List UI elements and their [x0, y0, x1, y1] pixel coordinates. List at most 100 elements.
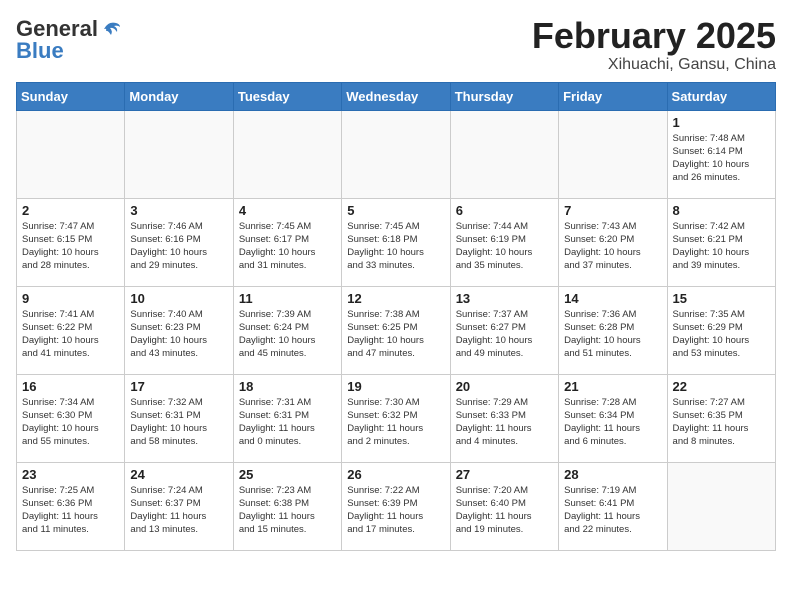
day-number: 21: [564, 379, 661, 394]
calendar-cell: 9 Sunrise: 7:41 AM Sunset: 6:22 PM Daylig…: [17, 286, 125, 374]
weekday-header-row: SundayMondayTuesdayWednesdayThursdayFrid…: [17, 82, 776, 110]
calendar-cell: 20 Sunrise: 7:29 AM Sunset: 6:33 PM Dayli…: [450, 374, 558, 462]
calendar-table: SundayMondayTuesdayWednesdayThursdayFrid…: [16, 82, 776, 551]
calendar-cell: [342, 110, 450, 198]
day-info: Sunrise: 7:40 AM Sunset: 6:23 PM Dayligh…: [130, 308, 227, 361]
day-number: 16: [22, 379, 119, 394]
logo: General Blue: [16, 16, 122, 64]
day-number: 19: [347, 379, 444, 394]
calendar-cell: 28 Sunrise: 7:19 AM Sunset: 6:41 PM Dayli…: [559, 462, 667, 550]
day-info: Sunrise: 7:43 AM Sunset: 6:20 PM Dayligh…: [564, 220, 661, 273]
day-number: 20: [456, 379, 553, 394]
day-number: 12: [347, 291, 444, 306]
day-number: 27: [456, 467, 553, 482]
day-number: 24: [130, 467, 227, 482]
day-info: Sunrise: 7:29 AM Sunset: 6:33 PM Dayligh…: [456, 396, 553, 449]
day-info: Sunrise: 7:48 AM Sunset: 6:14 PM Dayligh…: [673, 132, 770, 185]
day-number: 9: [22, 291, 119, 306]
day-number: 25: [239, 467, 336, 482]
day-info: Sunrise: 7:25 AM Sunset: 6:36 PM Dayligh…: [22, 484, 119, 537]
logo-blue-text: Blue: [16, 38, 64, 64]
calendar-cell: 10 Sunrise: 7:40 AM Sunset: 6:23 PM Dayli…: [125, 286, 233, 374]
week-row-3: 9 Sunrise: 7:41 AM Sunset: 6:22 PM Daylig…: [17, 286, 776, 374]
day-info: Sunrise: 7:20 AM Sunset: 6:40 PM Dayligh…: [456, 484, 553, 537]
calendar-cell: 16 Sunrise: 7:34 AM Sunset: 6:30 PM Dayli…: [17, 374, 125, 462]
day-number: 15: [673, 291, 770, 306]
day-info: Sunrise: 7:45 AM Sunset: 6:17 PM Dayligh…: [239, 220, 336, 273]
day-info: Sunrise: 7:32 AM Sunset: 6:31 PM Dayligh…: [130, 396, 227, 449]
day-info: Sunrise: 7:19 AM Sunset: 6:41 PM Dayligh…: [564, 484, 661, 537]
week-row-5: 23 Sunrise: 7:25 AM Sunset: 6:36 PM Dayli…: [17, 462, 776, 550]
logo-bird-icon: [100, 19, 122, 39]
day-info: Sunrise: 7:36 AM Sunset: 6:28 PM Dayligh…: [564, 308, 661, 361]
calendar-cell: 17 Sunrise: 7:32 AM Sunset: 6:31 PM Dayli…: [125, 374, 233, 462]
calendar-cell: 3 Sunrise: 7:46 AM Sunset: 6:16 PM Daylig…: [125, 198, 233, 286]
day-number: 3: [130, 203, 227, 218]
week-row-2: 2 Sunrise: 7:47 AM Sunset: 6:15 PM Daylig…: [17, 198, 776, 286]
title-block: February 2025 Xihuachi, Gansu, China: [532, 16, 776, 74]
day-info: Sunrise: 7:45 AM Sunset: 6:18 PM Dayligh…: [347, 220, 444, 273]
calendar-cell: 12Sunrise: 7:38 AM Sunset: 6:25 PM Dayli…: [342, 286, 450, 374]
page-header: General Blue February 2025 Xihuachi, Gan…: [16, 16, 776, 74]
day-number: 18: [239, 379, 336, 394]
location: Xihuachi, Gansu, China: [532, 56, 776, 74]
day-number: 14: [564, 291, 661, 306]
day-number: 23: [22, 467, 119, 482]
day-number: 6: [456, 203, 553, 218]
day-info: Sunrise: 7:42 AM Sunset: 6:21 PM Dayligh…: [673, 220, 770, 273]
day-number: 28: [564, 467, 661, 482]
day-number: 13: [456, 291, 553, 306]
day-info: Sunrise: 7:37 AM Sunset: 6:27 PM Dayligh…: [456, 308, 553, 361]
day-info: Sunrise: 7:23 AM Sunset: 6:38 PM Dayligh…: [239, 484, 336, 537]
calendar-cell: 8 Sunrise: 7:42 AM Sunset: 6:21 PM Daylig…: [667, 198, 775, 286]
day-number: 2: [22, 203, 119, 218]
day-info: Sunrise: 7:22 AM Sunset: 6:39 PM Dayligh…: [347, 484, 444, 537]
calendar-cell: 27 Sunrise: 7:20 AM Sunset: 6:40 PM Dayli…: [450, 462, 558, 550]
calendar-cell: [667, 462, 775, 550]
month-year: February 2025: [532, 16, 776, 56]
calendar-cell: 18 Sunrise: 7:31 AM Sunset: 6:31 PM Dayli…: [233, 374, 341, 462]
day-info: Sunrise: 7:46 AM Sunset: 6:16 PM Dayligh…: [130, 220, 227, 273]
day-info: Sunrise: 7:47 AM Sunset: 6:15 PM Dayligh…: [22, 220, 119, 273]
calendar-cell: 19 Sunrise: 7:30 AM Sunset: 6:32 PM Dayli…: [342, 374, 450, 462]
day-number: 5: [347, 203, 444, 218]
calendar-cell: 7 Sunrise: 7:43 AM Sunset: 6:20 PM Daylig…: [559, 198, 667, 286]
calendar-cell: 22Sunrise: 7:27 AM Sunset: 6:35 PM Dayli…: [667, 374, 775, 462]
week-row-4: 16 Sunrise: 7:34 AM Sunset: 6:30 PM Dayli…: [17, 374, 776, 462]
weekday-header-saturday: Saturday: [667, 82, 775, 110]
calendar-cell: [559, 110, 667, 198]
calendar-cell: 21 Sunrise: 7:28 AM Sunset: 6:34 PM Dayli…: [559, 374, 667, 462]
calendar-cell: 6 Sunrise: 7:44 AM Sunset: 6:19 PM Daylig…: [450, 198, 558, 286]
calendar-cell: 13 Sunrise: 7:37 AM Sunset: 6:27 PM Dayli…: [450, 286, 558, 374]
calendar-cell: 24Sunrise: 7:24 AM Sunset: 6:37 PM Dayli…: [125, 462, 233, 550]
calendar-cell: 1Sunrise: 7:48 AM Sunset: 6:14 PM Daylig…: [667, 110, 775, 198]
day-number: 17: [130, 379, 227, 394]
day-number: 11: [239, 291, 336, 306]
day-info: Sunrise: 7:30 AM Sunset: 6:32 PM Dayligh…: [347, 396, 444, 449]
weekday-header-monday: Monday: [125, 82, 233, 110]
calendar-cell: 15 Sunrise: 7:35 AM Sunset: 6:29 PM Dayli…: [667, 286, 775, 374]
day-number: 26: [347, 467, 444, 482]
weekday-header-tuesday: Tuesday: [233, 82, 341, 110]
calendar-cell: 5 Sunrise: 7:45 AM Sunset: 6:18 PM Daylig…: [342, 198, 450, 286]
calendar-cell: [17, 110, 125, 198]
day-info: Sunrise: 7:35 AM Sunset: 6:29 PM Dayligh…: [673, 308, 770, 361]
calendar-cell: 26 Sunrise: 7:22 AM Sunset: 6:39 PM Dayli…: [342, 462, 450, 550]
day-info: Sunrise: 7:31 AM Sunset: 6:31 PM Dayligh…: [239, 396, 336, 449]
day-number: 4: [239, 203, 336, 218]
weekday-header-wednesday: Wednesday: [342, 82, 450, 110]
day-number: 10: [130, 291, 227, 306]
calendar-cell: 11 Sunrise: 7:39 AM Sunset: 6:24 PM Dayli…: [233, 286, 341, 374]
day-number: 7: [564, 203, 661, 218]
calendar-cell: 4 Sunrise: 7:45 AM Sunset: 6:17 PM Daylig…: [233, 198, 341, 286]
calendar-cell: [450, 110, 558, 198]
day-number: 8: [673, 203, 770, 218]
day-info: Sunrise: 7:28 AM Sunset: 6:34 PM Dayligh…: [564, 396, 661, 449]
day-info: Sunrise: 7:41 AM Sunset: 6:22 PM Dayligh…: [22, 308, 119, 361]
day-info: Sunrise: 7:39 AM Sunset: 6:24 PM Dayligh…: [239, 308, 336, 361]
calendar-cell: 25 Sunrise: 7:23 AM Sunset: 6:38 PM Dayli…: [233, 462, 341, 550]
day-info: Sunrise: 7:34 AM Sunset: 6:30 PM Dayligh…: [22, 396, 119, 449]
day-info: Sunrise: 7:44 AM Sunset: 6:19 PM Dayligh…: [456, 220, 553, 273]
weekday-header-sunday: Sunday: [17, 82, 125, 110]
week-row-1: 1Sunrise: 7:48 AM Sunset: 6:14 PM Daylig…: [17, 110, 776, 198]
